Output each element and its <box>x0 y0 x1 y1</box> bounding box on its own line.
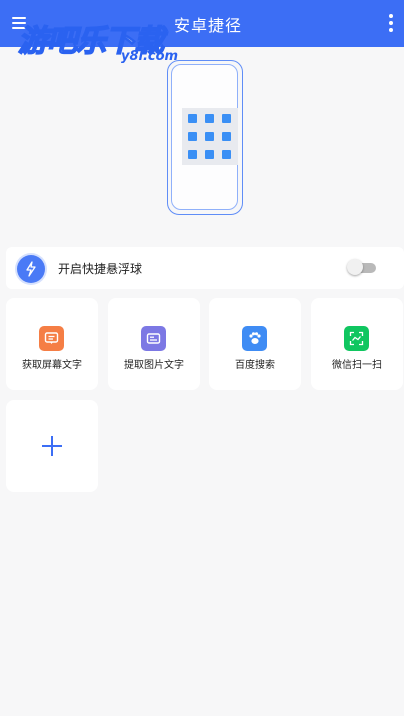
image-text-icon <box>141 326 166 351</box>
phone-illustration <box>167 60 243 215</box>
shortcut-screen-text[interactable]: 获取屏幕文字 <box>6 298 98 390</box>
watermark-logo: 游吧乐下载 y8l.com <box>17 16 188 68</box>
watermark-sub-text: y8l.com <box>121 49 179 64</box>
shortcut-baidu-search[interactable]: 百度搜索 <box>209 298 301 390</box>
phone-screen <box>171 64 238 210</box>
shortcut-image-text[interactable]: 提取图片文字 <box>108 298 200 390</box>
shortcut-wechat-scan[interactable]: 微信扫一扫 <box>311 298 403 390</box>
baidu-paw-icon <box>242 326 267 351</box>
float-ball-label: 开启快捷悬浮球 <box>58 262 143 276</box>
more-vertical-icon[interactable] <box>388 14 394 32</box>
screen-text-icon <box>39 326 64 351</box>
add-shortcut-button[interactable] <box>6 400 98 492</box>
shortcut-label: 获取屏幕文字 <box>22 360 82 371</box>
app-grid-icon <box>182 108 238 165</box>
float-ball-toggle[interactable] <box>347 259 377 275</box>
plus-icon <box>42 436 62 456</box>
shortcut-label: 提取图片文字 <box>124 360 184 371</box>
bolt-icon <box>17 255 45 283</box>
toggle-knob <box>347 259 363 275</box>
wechat-scan-icon <box>344 326 369 351</box>
shortcut-label: 百度搜索 <box>235 360 275 371</box>
shortcut-label: 微信扫一扫 <box>332 360 382 371</box>
float-ball-setting[interactable]: 开启快捷悬浮球 <box>6 247 404 289</box>
